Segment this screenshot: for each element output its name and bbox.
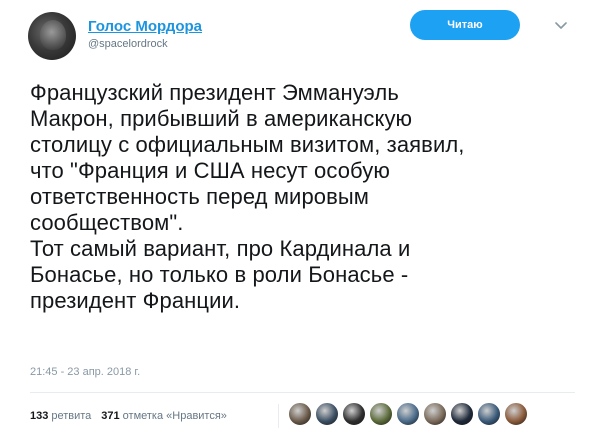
liker-avatar[interactable] [423, 402, 447, 426]
tweet-card: Голос Мордора @spacelordrock Читаю Франц… [0, 0, 600, 446]
tweet-line: Макрон, прибывший в американскую [30, 106, 413, 131]
retweets-stat[interactable]: 133 ретвита [30, 410, 91, 422]
stats-separator [278, 404, 279, 428]
liker-avatar[interactable] [288, 402, 312, 426]
follow-button[interactable]: Читаю [410, 10, 520, 40]
tweet-stats: 133 ретвита 371 отметка «Нравится» [30, 406, 237, 426]
liker-avatars [288, 402, 531, 426]
tweet-line: президент Франции. [30, 288, 241, 313]
tweet-line: что "Франция и США несут особую [30, 158, 390, 183]
tweet-timestamp[interactable]: 21:45 - 23 апр. 2018 г. [30, 366, 140, 378]
liker-avatar[interactable] [450, 402, 474, 426]
author-names: Голос Мордора @spacelordrock [88, 18, 202, 50]
retweets-label: ретвита [51, 410, 92, 422]
liker-avatar[interactable] [477, 402, 501, 426]
tweet-text: Французский президент Эммануэль Макрон, … [30, 80, 585, 314]
tweet-line: Бонасье, но только в роли Бонасье - [30, 262, 409, 287]
liker-avatar[interactable] [396, 402, 420, 426]
tweet-line: столицу с официальным визитом, заявил, [30, 132, 465, 157]
likes-label: отметка «Нравится» [122, 410, 227, 422]
divider [30, 392, 575, 393]
tweet-line: сообществом". [30, 210, 184, 235]
likes-count: 371 [101, 410, 120, 422]
liker-avatar[interactable] [504, 402, 528, 426]
author-display-name[interactable]: Голос Мордора [88, 18, 202, 36]
author-avatar[interactable] [28, 12, 76, 60]
liker-avatar[interactable] [342, 402, 366, 426]
retweets-count: 133 [30, 410, 49, 422]
tweet-line: Французский президент Эммануэль [30, 80, 399, 105]
tweet-line: ответственность перед мировым [30, 184, 370, 209]
liker-avatar[interactable] [315, 402, 339, 426]
tweet-line: Тот самый вариант, про Кардинала и [30, 236, 411, 261]
chevron-down-icon[interactable] [555, 20, 567, 32]
author-handle[interactable]: @spacelordrock [88, 38, 202, 50]
likes-stat[interactable]: 371 отметка «Нравится» [101, 410, 227, 422]
liker-avatar[interactable] [369, 402, 393, 426]
